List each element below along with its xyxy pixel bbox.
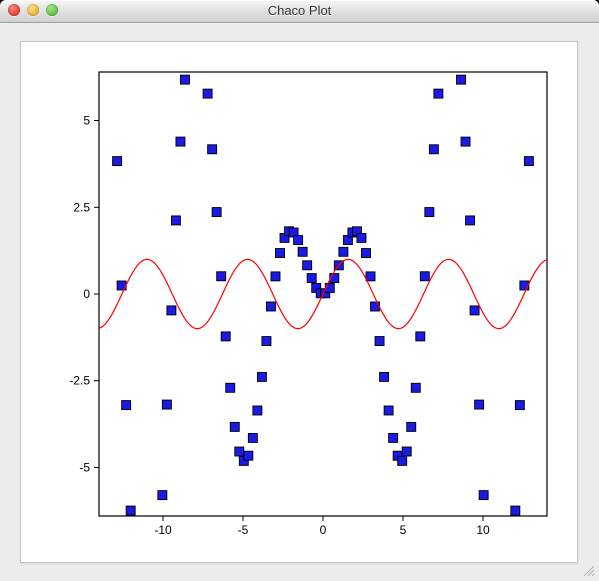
- y-tick-label: -5: [79, 460, 90, 474]
- series-marker: [466, 216, 475, 225]
- series-marker: [524, 157, 533, 166]
- chart[interactable]: -10 -5 0 5 10 -5 -2.5 0 2.5 5: [21, 42, 577, 562]
- plot-panel: -10 -5 0 5 10 -5 -2.5 0 2.5 5: [20, 41, 578, 563]
- series-marker: [122, 401, 131, 410]
- series-marker: [475, 400, 484, 409]
- x-tick-label: 0: [320, 523, 327, 537]
- series-marker: [162, 400, 171, 409]
- window-title: Chaco Plot: [0, 3, 599, 18]
- series-marker: [276, 249, 285, 258]
- series-marker: [244, 451, 253, 460]
- x-tick-label: 5: [400, 523, 407, 537]
- series-marker: [479, 491, 488, 500]
- window-content: -10 -5 0 5 10 -5 -2.5 0 2.5 5: [0, 23, 599, 581]
- x-tick-label: 10: [476, 523, 490, 537]
- series-marker: [294, 236, 303, 245]
- series-marker: [230, 422, 239, 431]
- series-marker: [470, 306, 479, 315]
- series-marker: [171, 216, 180, 225]
- series-marker: [511, 506, 520, 515]
- series-marker: [357, 233, 366, 242]
- series-marker: [398, 456, 407, 465]
- series-marker: [457, 75, 466, 84]
- series-marker: [515, 401, 524, 410]
- series-marker: [361, 249, 370, 258]
- series-marker: [176, 137, 185, 146]
- y-tick-label: 5: [83, 114, 90, 128]
- minimize-icon[interactable]: [27, 4, 39, 16]
- x-tick-label: -5: [238, 523, 249, 537]
- x-tick-label: -10: [154, 523, 172, 537]
- series-marker: [438, 46, 447, 55]
- series-marker: [271, 272, 280, 281]
- series-marker: [434, 89, 443, 98]
- series-marker: [126, 506, 135, 515]
- series-marker: [235, 447, 244, 456]
- y-tick-label: -2.5: [69, 374, 90, 388]
- series-marker: [402, 447, 411, 456]
- series-marker: [208, 145, 217, 154]
- window-controls: [8, 4, 58, 16]
- series-marker: [366, 272, 375, 281]
- series-marker: [420, 272, 429, 281]
- series-marker: [248, 433, 257, 442]
- series-marker: [452, 42, 461, 43]
- series-marker: [203, 89, 212, 98]
- series-marker: [262, 337, 271, 346]
- series-marker: [158, 491, 167, 500]
- series-marker: [339, 247, 348, 256]
- series-line: [99, 259, 547, 328]
- series-marker: [180, 75, 189, 84]
- series-marker: [380, 372, 389, 381]
- series-marker: [416, 332, 425, 341]
- series-marker: [108, 42, 117, 47]
- series-marker: [461, 137, 470, 146]
- series-marker: [226, 383, 235, 392]
- series-marker: [253, 406, 262, 415]
- series-marker: [389, 433, 398, 442]
- y-tick-label: 0: [83, 287, 90, 301]
- series-marker: [411, 383, 420, 392]
- series-marker: [375, 337, 384, 346]
- series-marker: [429, 145, 438, 154]
- close-icon[interactable]: [8, 4, 20, 16]
- series-marker: [529, 42, 538, 47]
- series-marker: [113, 157, 122, 166]
- series-marker: [167, 306, 176, 315]
- series-marker: [199, 46, 208, 55]
- series-marker: [185, 42, 194, 43]
- series-marker: [266, 302, 275, 311]
- series-marker: [303, 261, 312, 270]
- series-marker: [217, 272, 226, 281]
- series-marker: [307, 274, 316, 283]
- app-window: Chaco Plot -10 -5 0 5 10 -5 -2.5 0 2.5 5: [0, 0, 599, 581]
- zoom-icon[interactable]: [46, 4, 58, 16]
- titlebar[interactable]: Chaco Plot: [0, 0, 599, 23]
- series-marker: [425, 208, 434, 217]
- series-marker: [221, 332, 230, 341]
- series-marker: [407, 422, 416, 431]
- y-tick-label: 2.5: [73, 200, 90, 214]
- series-marker: [257, 372, 266, 381]
- series-marker: [298, 247, 307, 256]
- series-marker: [384, 406, 393, 415]
- series-marker: [212, 208, 221, 217]
- series-marker: [325, 283, 334, 292]
- resize-grip-icon[interactable]: [581, 563, 595, 577]
